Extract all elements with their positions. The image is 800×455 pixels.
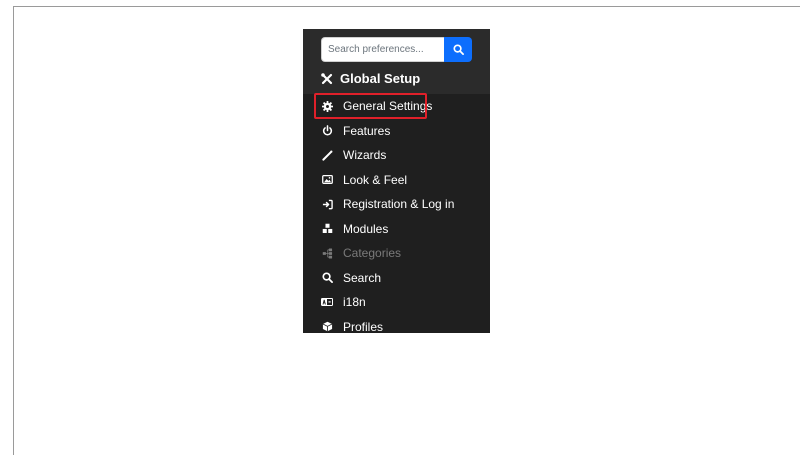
wand-icon	[321, 149, 333, 161]
search-group	[321, 37, 472, 62]
cube-icon	[321, 321, 333, 333]
gear-icon	[321, 100, 333, 112]
section-title: Global Setup	[321, 71, 420, 86]
menu-item-features[interactable]: Features	[303, 119, 490, 144]
cubes-icon	[321, 223, 333, 235]
menu-item-label: Look & Feel	[343, 172, 408, 187]
search-input[interactable]	[321, 37, 444, 62]
menu-item-profiles[interactable]: Profiles	[303, 315, 490, 333]
search-icon	[321, 272, 333, 284]
search-icon	[452, 44, 464, 55]
menu-item-label: Features	[343, 123, 391, 138]
power-icon	[321, 125, 333, 137]
menu-item-label: General Settings	[343, 99, 433, 114]
image-icon	[321, 174, 333, 186]
settings-menu: General Settings Features Wizards Look &…	[303, 94, 490, 333]
menu-item-categories: Categories	[303, 241, 490, 266]
menu-item-modules[interactable]: Modules	[303, 217, 490, 242]
menu-item-label: Modules	[343, 221, 389, 236]
menu-item-label: Search	[343, 270, 382, 285]
menu-item-look-and-feel[interactable]: Look & Feel	[303, 168, 490, 193]
menu-item-registration[interactable]: Registration & Log in	[303, 192, 490, 217]
sitemap-icon	[321, 247, 333, 259]
tools-icon	[321, 72, 333, 85]
preferences-panel: Global Setup General Settings	[303, 29, 490, 333]
menu-item-label: Wizards	[343, 148, 387, 163]
menu-item-general-settings[interactable]: General Settings	[303, 94, 490, 119]
menu-item-label: i18n	[343, 295, 366, 310]
menu-item-wizards[interactable]: Wizards	[303, 143, 490, 168]
menu-item-label: Profiles	[343, 319, 384, 333]
menu-item-i18n[interactable]: i18n	[303, 290, 490, 315]
menu-item-label: Categories	[343, 246, 402, 261]
sign-in-icon	[321, 198, 333, 210]
menu-item-search[interactable]: Search	[303, 266, 490, 291]
search-button[interactable]	[444, 37, 472, 62]
section-title-label: Global Setup	[340, 71, 421, 86]
language-icon	[321, 296, 333, 308]
panel-header: Global Setup	[303, 29, 490, 94]
menu-item-label: Registration & Log in	[343, 197, 455, 212]
